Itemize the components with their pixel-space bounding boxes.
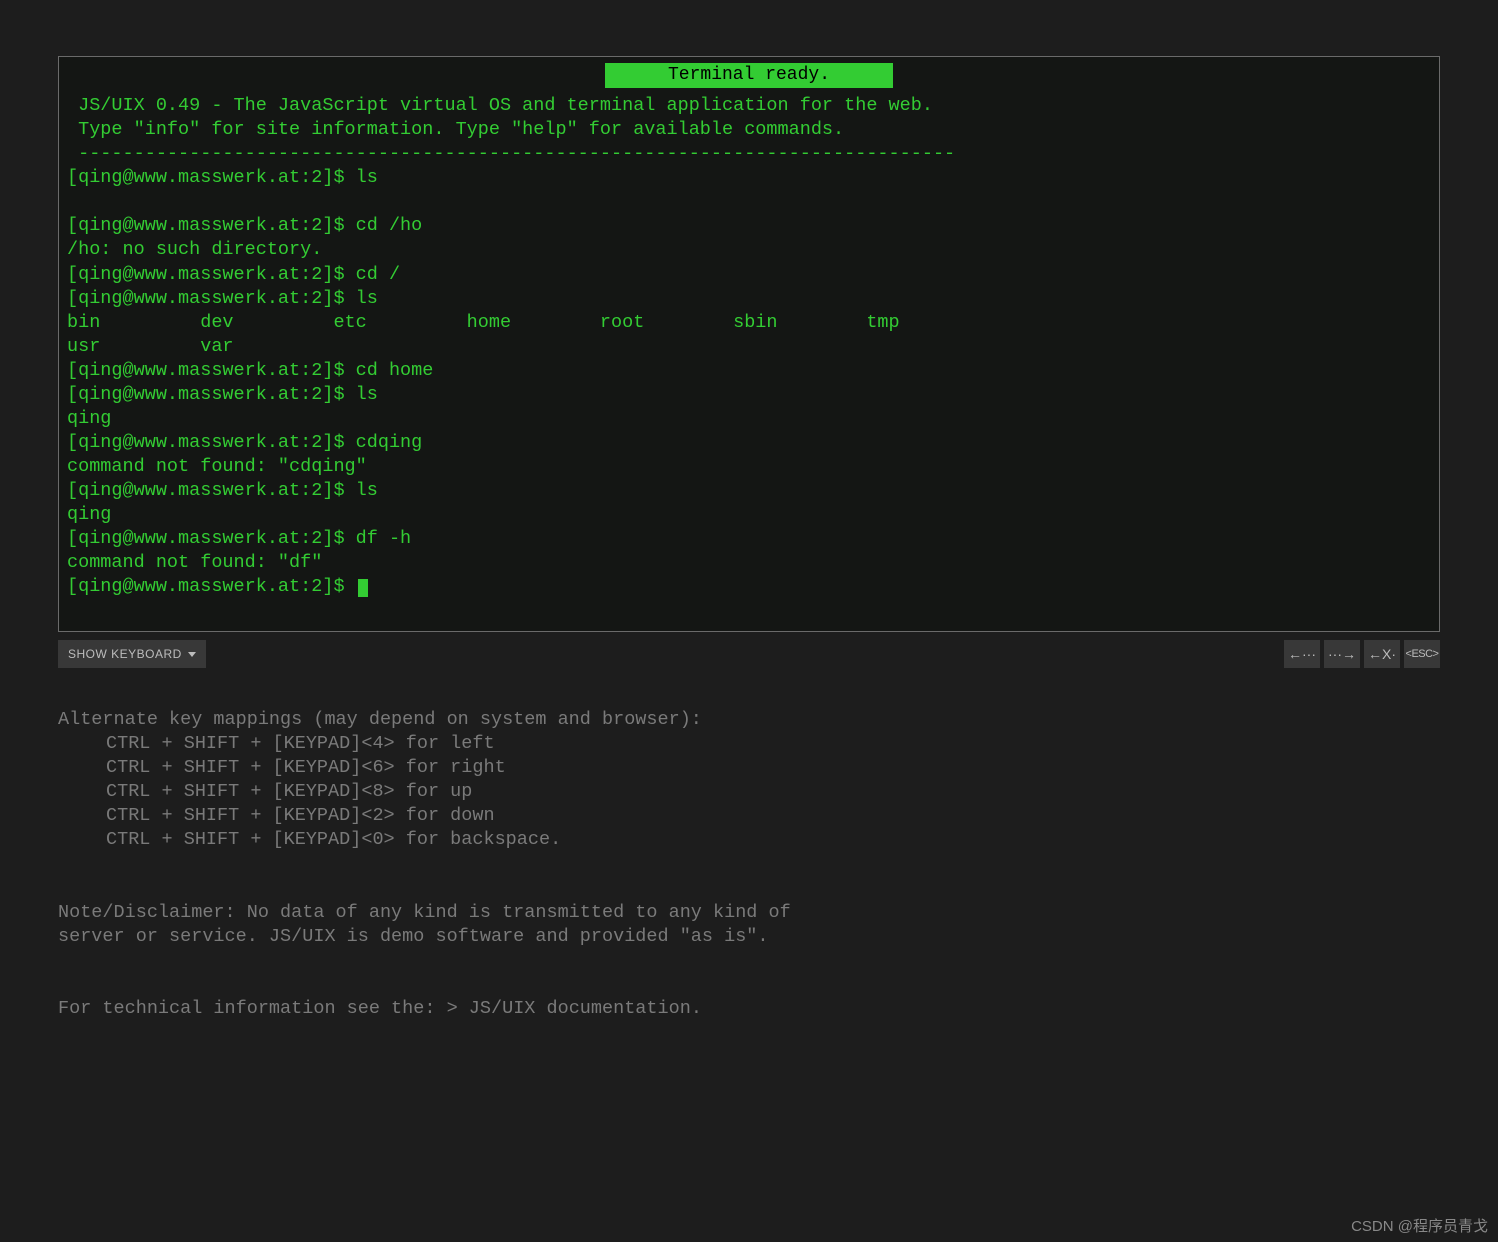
terminal-prompt: [qing@www.masswerk.at:2]$ (67, 576, 356, 597)
key-mapping-line: CTRL + SHIFT + [KEYPAD]<2> for down (106, 804, 1440, 828)
key-mapping-line: CTRL + SHIFT + [KEYPAD]<8> for up (106, 780, 1440, 804)
technical-info-line: For technical information see the: > JS/… (58, 997, 1440, 1021)
terminal-output[interactable]: JS/UIX 0.49 - The JavaScript virtual OS … (65, 94, 1433, 599)
key-mappings-heading: Alternate key mappings (may depend on sy… (58, 708, 1440, 732)
key-mapping-line: CTRL + SHIFT + [KEYPAD]<4> for left (106, 732, 1440, 756)
disclaimer-line-2: server or service. JS/UIX is demo softwa… (58, 925, 1440, 949)
terminal-cursor (358, 579, 368, 597)
terminal-window[interactable]: Terminal ready. JS/UIX 0.49 - The JavaSc… (58, 56, 1440, 632)
show-keyboard-label: SHOW KEYBOARD (68, 647, 182, 661)
documentation-link[interactable]: JS/UIX documentation. (469, 998, 702, 1019)
disclaimer-line-1: Note/Disclaimer: No data of any kind is … (58, 901, 1440, 925)
show-keyboard-button[interactable]: SHOW KEYBOARD (58, 640, 206, 668)
right-key-button[interactable]: ···→ (1324, 640, 1360, 668)
terminal-toolbar: SHOW KEYBOARD ←··· ···→ ←X· <ESC> (58, 640, 1440, 668)
nav-button-group: ←··· ···→ ←X· <ESC> (1284, 640, 1440, 668)
tech-info-prefix: For technical information see the: > (58, 998, 469, 1019)
key-mapping-line: CTRL + SHIFT + [KEYPAD]<6> for right (106, 756, 1440, 780)
watermark: CSDN @程序员青戈 (1351, 1215, 1488, 1236)
terminal-ready-banner: Terminal ready. (605, 63, 893, 88)
left-key-button[interactable]: ←··· (1284, 640, 1320, 668)
key-mapping-line: CTRL + SHIFT + [KEYPAD]<0> for backspace… (106, 828, 1440, 852)
info-text: Alternate key mappings (may depend on sy… (58, 708, 1440, 1021)
backspace-key-button[interactable]: ←X· (1364, 640, 1400, 668)
escape-key-button[interactable]: <ESC> (1404, 640, 1440, 668)
chevron-down-icon (188, 652, 196, 657)
